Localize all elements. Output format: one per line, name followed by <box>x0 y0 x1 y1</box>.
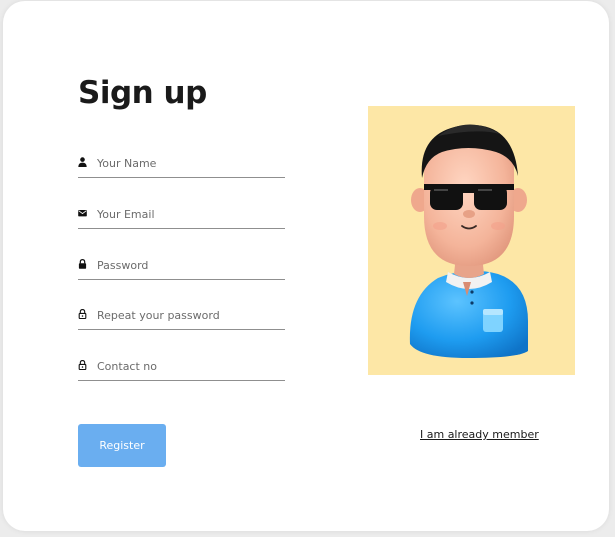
page-title: Sign up <box>78 75 207 111</box>
password-input[interactable] <box>97 256 282 274</box>
avatar-illustration <box>368 106 575 375</box>
contact-input[interactable] <box>97 357 282 375</box>
register-button[interactable]: Register <box>78 424 166 467</box>
contact-field-row <box>78 354 285 381</box>
email-input[interactable] <box>97 205 282 223</box>
email-field-row <box>78 202 285 229</box>
lock-outline-icon <box>78 309 87 319</box>
name-field-row <box>78 151 285 178</box>
name-input[interactable] <box>97 154 282 172</box>
person-icon <box>78 157 87 167</box>
repeat-password-input[interactable] <box>97 306 282 324</box>
password-field-row <box>78 253 285 280</box>
lock-icon <box>78 259 87 269</box>
already-member-link[interactable]: I am already member <box>420 428 539 441</box>
signup-card: Sign up Your Name Your Email Contact no … <box>3 1 609 531</box>
avatar <box>409 124 528 358</box>
repeat-password-field-row <box>78 303 285 330</box>
lock-outline-icon <box>78 360 87 370</box>
mail-icon <box>78 210 87 217</box>
